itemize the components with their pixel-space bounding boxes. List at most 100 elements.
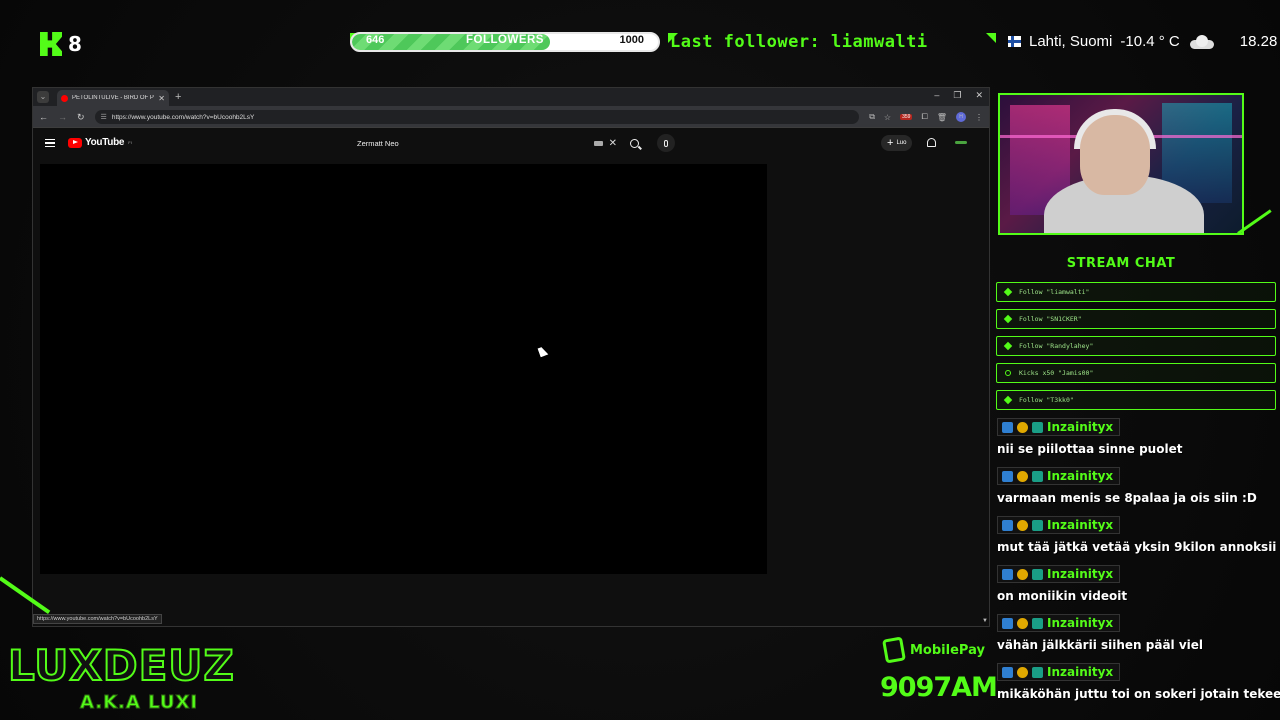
webcam-feed [998, 93, 1244, 235]
weather-location: Lahti, Suomi [1029, 33, 1113, 50]
youtube-logo[interactable]: YouTube FI [68, 137, 132, 148]
youtube-favicon-icon [61, 94, 68, 102]
close-window-icon[interactable]: ✕ [975, 90, 983, 101]
heart-icon [1003, 341, 1013, 351]
kick-logo-icon [40, 32, 62, 56]
hamburger-menu-icon[interactable] [45, 139, 55, 147]
chat-user: Inzainityx [997, 467, 1121, 485]
extension-badge[interactable]: 359 [900, 114, 913, 120]
badge-icon [1002, 519, 1013, 531]
badge-icon [1017, 568, 1028, 580]
heart-icon [1003, 314, 1013, 324]
search-button[interactable] [623, 134, 645, 152]
trash-icon[interactable]: 🗑 [937, 113, 947, 122]
badge-icon [1002, 666, 1013, 678]
forward-icon[interactable]: → [58, 112, 67, 122]
heart-icon [1003, 287, 1013, 297]
headset-icon [1074, 109, 1156, 149]
weather-temperature: -10.4 ° C [1120, 33, 1180, 50]
chat-message: Inzainityx vähän jälkkärii siihen pääl v… [997, 614, 1277, 663]
badge-icon [1017, 470, 1028, 482]
install-app-icon[interactable]: ⧉ [869, 112, 875, 122]
chat-message: Inzainityx mut tää jätkä vetää yksin 9ki… [997, 516, 1277, 565]
badge-icon [1032, 519, 1043, 531]
mobilepay-label: MobilePay [910, 642, 985, 658]
microphone-icon [664, 139, 668, 147]
clear-search-icon[interactable]: ✕ [609, 138, 617, 149]
new-tab-icon[interactable]: + [175, 91, 181, 103]
browser-tab[interactable]: PETOLINTULIVE - BIRD OF PREY ✕ [57, 90, 169, 106]
decor-tick-icon [986, 33, 996, 43]
reload-icon[interactable]: ↻ [77, 112, 85, 123]
profile-avatar[interactable]: H [956, 112, 966, 122]
chat-username: Inzainityx [1047, 665, 1114, 679]
toolbar-icons: ⧉ ☆ 359 ⧠ 🗑 H ⋮ [869, 112, 983, 122]
chat-message-text: nii se piilottaa sinne puolet [997, 441, 1183, 456]
chat-username: Inzainityx [1047, 567, 1114, 581]
back-icon[interactable]: ← [39, 112, 48, 122]
chat-user: Inzainityx [997, 418, 1121, 436]
chat-event: Kicks x50 "Jamis00" [996, 363, 1276, 383]
search-input[interactable]: Zermatt Neo ✕ [351, 134, 621, 152]
chat-messages: Inzainityx nii se piilottaa sinne puolet… [997, 418, 1280, 712]
chat-message-text: varmaan menis se 8palaa ja ois siin :D [997, 490, 1257, 505]
badge-icon [1032, 617, 1043, 629]
chat-event: Follow "liamwalti" [996, 282, 1276, 302]
kebab-menu-icon[interactable]: ⋮ [975, 113, 983, 122]
chat-message-text: vähän jälkkärii siihen pääl viel [997, 637, 1204, 652]
tab-close-icon[interactable]: ✕ [158, 94, 165, 103]
viewer-counter: 8 [40, 32, 82, 56]
stream-overlay: 8 646 FOLLOWERS 1000 Last follower: liam… [0, 0, 1280, 720]
create-button[interactable]: + Luo [881, 135, 913, 151]
clock-time: 18.28 [1239, 33, 1278, 50]
region-code: FI [128, 140, 132, 145]
chat-event: Follow "Randylahey" [996, 336, 1276, 356]
badge-icon [1017, 421, 1028, 433]
minimize-icon[interactable]: – [934, 90, 939, 101]
badge-icon [1017, 617, 1028, 629]
follower-goal-bar: 646 FOLLOWERS 1000 [350, 32, 660, 52]
keyboard-icon[interactable] [593, 140, 603, 146]
youtube-header: YouTube FI Zermatt Neo ✕ + Luo [33, 128, 989, 160]
finland-flag-icon [1008, 36, 1021, 47]
badge-icon [1002, 421, 1013, 433]
event-text: Follow "Randylahey" [1019, 342, 1094, 350]
account-avatar[interactable] [955, 141, 967, 144]
chat-message-text: on moniikin videoit [997, 588, 1128, 603]
follower-goal: 1000 [619, 34, 644, 46]
streamer-alias: A.K.A LUXI [79, 692, 199, 714]
cloud-icon [1188, 34, 1216, 49]
window-controls: – ❐ ✕ [934, 90, 983, 101]
plus-icon: + [887, 136, 894, 149]
chat-user: Inzainityx [997, 614, 1121, 632]
badge-icon [1032, 470, 1043, 482]
site-info-icon[interactable]: ☰ [101, 113, 107, 121]
weather-widget: Lahti, Suomi -10.4 ° C 18.28 [1008, 33, 1277, 50]
voice-search-button[interactable] [657, 134, 675, 152]
create-label: Luo [896, 140, 907, 146]
bookmark-star-icon[interactable]: ☆ [884, 113, 891, 122]
youtube-play-icon [68, 137, 82, 148]
chat-event: Follow "SN1CKER" [996, 309, 1276, 329]
restore-icon[interactable]: ❐ [953, 90, 961, 101]
search-query: Zermatt Neo [357, 138, 399, 148]
badge-icon [1002, 470, 1013, 482]
tab-search-icon[interactable]: ⌄ [37, 91, 49, 103]
extensions-icon[interactable]: ⧠ [921, 112, 927, 122]
url-text: https://www.youtube.com/watch?v=bUcoohb2… [111, 113, 255, 121]
chat-message-text: mut tää jätkä vetää yksin 9kilon annoksi… [997, 539, 1277, 554]
badge-icon [1002, 568, 1013, 580]
badge-icon [1032, 421, 1043, 433]
video-player[interactable] [40, 164, 767, 574]
chat-message: Inzainityx mikäköhän juttu toi on sokeri… [997, 663, 1280, 712]
chat-user: Inzainityx [997, 565, 1121, 583]
url-field[interactable]: ☰ https://www.youtube.com/watch?v=bUcooh… [94, 110, 860, 124]
notifications-bell-icon[interactable] [927, 138, 936, 147]
badge-icon [1032, 666, 1043, 678]
event-text: Follow "T3kk0" [1019, 396, 1074, 404]
event-text: Kicks x50 "Jamis00" [1019, 369, 1094, 377]
youtube-wordmark: YouTube [85, 137, 125, 148]
tab-title: PETOLINTULIVE - BIRD OF PREY [72, 95, 154, 101]
chat-user: Inzainityx [997, 663, 1121, 681]
scroll-down-arrow-icon[interactable]: ▼ [982, 618, 988, 624]
